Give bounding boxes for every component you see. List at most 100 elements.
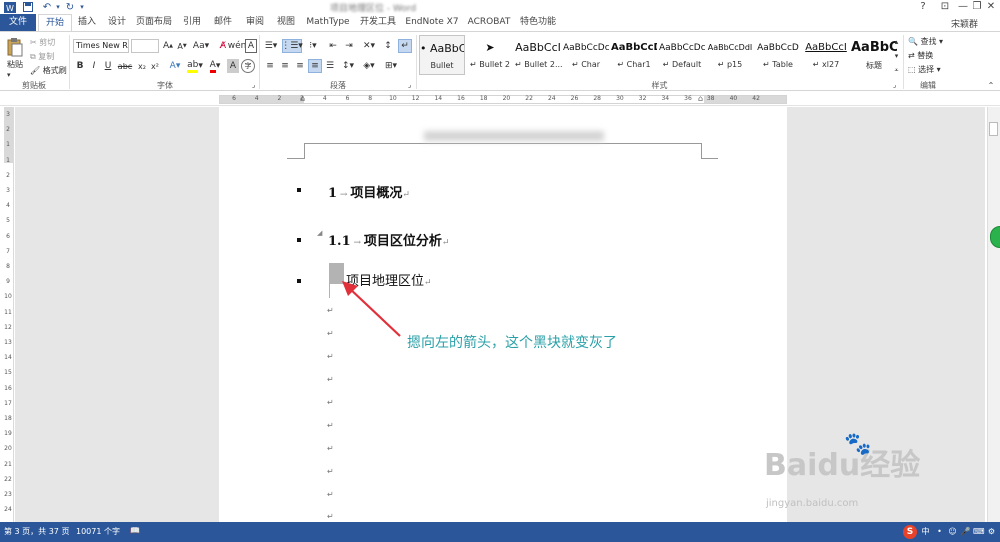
change-case-icon[interactable]: Aa▾ — [193, 39, 209, 53]
style-p15[interactable]: AaBbCcDdI ↵ p15 — [707, 35, 753, 75]
replace-button[interactable]: ⇄ 替换 — [908, 50, 933, 61]
style-heading[interactable]: AaBbC 标题 — [851, 35, 897, 75]
font-size-box[interactable] — [131, 39, 159, 53]
style-table[interactable]: AaBbCcD ↵ Table — [755, 35, 801, 75]
align-left-icon[interactable]: ≡ — [263, 59, 277, 73]
text-effects-icon[interactable]: A▾ — [166, 59, 184, 73]
tab-design[interactable]: 设计 — [104, 14, 130, 31]
ime-punct-icon[interactable]: • — [934, 526, 945, 537]
italic-button[interactable]: I — [88, 59, 100, 73]
highlight-color-icon[interactable]: ab ▾ — [186, 59, 204, 73]
collapse-ribbon-icon[interactable]: ⌃ — [985, 80, 997, 91]
tab-endnote[interactable]: EndNote X7 — [404, 14, 460, 31]
close-button[interactable]: ✕ — [980, 0, 1000, 14]
left-indent-marker[interactable]: ⌂ — [300, 94, 305, 103]
sort-icon[interactable]: ↕ — [381, 39, 395, 53]
tab-home[interactable]: 开始 — [38, 14, 72, 31]
sogou-ime-icon[interactable]: S — [903, 525, 917, 539]
page-count[interactable]: 第 3 页，共 37 页 — [4, 526, 69, 537]
save-icon[interactable] — [22, 1, 34, 13]
redo-icon[interactable]: ↻ — [64, 1, 76, 13]
line-spacing-icon[interactable]: ↕▾ — [339, 59, 357, 73]
customize-qa-icon[interactable]: ▾ — [78, 1, 86, 13]
tab-special[interactable]: 特色功能 — [518, 14, 558, 31]
styles-scroll-down-icon[interactable]: ▾ — [892, 49, 901, 63]
style-bullet-2b[interactable]: AaBbCcI ↵ Bullet 2... — [515, 35, 563, 75]
bold-button[interactable]: B — [74, 59, 86, 73]
collapse-marker-icon[interactable]: ◢ — [317, 229, 322, 237]
paste-button[interactable]: 粘贴 — [7, 59, 23, 70]
horizontal-ruler[interactable]: 6 4 2 2 4 6 8 10 12 14 16 18 20 22 24 26 28 30 32 34 36 38 40 4… — [0, 92, 1000, 106]
tab-acrobat[interactable]: ACROBAT — [464, 14, 514, 31]
tab-developer[interactable]: 开发工具 — [358, 14, 398, 31]
ime-settings-icon[interactable]: ⚙ — [986, 526, 997, 537]
styles-dialog-launcher-icon[interactable]: ⌟ — [893, 81, 896, 89]
styles-scroll-up-icon[interactable]: ▴ — [892, 35, 901, 49]
undo-dropdown-icon[interactable]: ▾ — [54, 1, 62, 13]
multilevel-list-icon[interactable]: ⁝▾ — [304, 39, 322, 53]
font-color-icon[interactable]: A ▾ — [206, 59, 224, 73]
vertical-scrollbar[interactable] — [987, 107, 1000, 522]
ime-chinese-icon[interactable]: 中 — [920, 526, 931, 537]
shrink-font-icon[interactable]: A ▼ — [176, 39, 188, 53]
numbering-icon[interactable]: ⋮☰▾ — [281, 39, 303, 53]
character-border-icon[interactable]: A — [245, 39, 257, 53]
copy-button[interactable]: ⧉ 复制 — [30, 51, 54, 62]
borders-icon[interactable]: ⊞▾ — [382, 59, 400, 73]
tab-file[interactable]: 文件 — [0, 14, 36, 31]
document-page[interactable] — [219, 107, 787, 522]
cut-button[interactable]: ✂ 剪切 — [30, 37, 55, 48]
scrollbar-thumb[interactable] — [989, 122, 998, 136]
tab-mathtype[interactable]: MathType — [304, 14, 352, 31]
decrease-indent-icon[interactable]: ⇤ — [326, 39, 340, 53]
format-painter-button[interactable]: 🖌 格式刷 — [30, 65, 67, 76]
justify-icon[interactable]: ≡ — [308, 59, 322, 73]
style-bullet[interactable]: • AaBbC Bullet — [419, 35, 465, 75]
character-shading-icon[interactable]: A — [227, 59, 239, 73]
vertical-ruler[interactable]: 3 2 1 1 2 3 4 5 6 7 8 9 10 11 12 13 14 15 16 17 18 19 20 21 22 23… — [3, 107, 14, 522]
tab-page-layout[interactable]: 页面布局 — [134, 14, 174, 31]
style-default[interactable]: AaBbCcDc ↵ Default — [659, 35, 705, 75]
distributed-icon[interactable]: ☰ — [323, 59, 337, 73]
underline-button[interactable]: U — [102, 59, 114, 73]
tab-references[interactable]: 引用 — [180, 14, 204, 31]
font-dialog-launcher-icon[interactable]: ⌟ — [252, 81, 255, 89]
enclose-characters-icon[interactable]: 字 — [241, 59, 255, 73]
shading-icon[interactable]: ◈▾ — [360, 59, 378, 73]
tab-mailings[interactable]: 邮件 — [210, 14, 236, 31]
align-right-icon[interactable]: ≡ — [293, 59, 307, 73]
align-center-icon[interactable]: ≡ — [278, 59, 292, 73]
phonetic-guide-icon[interactable]: wén — [228, 39, 247, 53]
user-name[interactable]: 宋颖群 — [951, 17, 978, 30]
bullets-icon[interactable]: ☰▾ — [262, 39, 280, 53]
word-count[interactable]: 10071 个字 — [76, 526, 120, 537]
paragraph-dialog-launcher-icon[interactable]: ⌟ — [408, 81, 411, 89]
superscript-button[interactable]: x² — [149, 59, 161, 73]
find-button[interactable]: 🔍 查找 ▾ — [908, 36, 943, 47]
tab-view[interactable]: 视图 — [274, 14, 298, 31]
subscript-button[interactable]: x₂ — [136, 59, 148, 73]
undo-icon[interactable]: ↶ — [40, 1, 54, 13]
styles-more-icon[interactable]: ⩡ — [892, 63, 901, 77]
style-char[interactable]: AaBbCcDc ↵ Char — [563, 35, 609, 75]
grow-font-icon[interactable]: A ▲ — [162, 39, 174, 53]
style-xl27[interactable]: AaBbCcI ↵ xl27 — [803, 35, 849, 75]
strikethrough-button[interactable]: abc — [116, 59, 134, 73]
tab-insert[interactable]: 插入 — [74, 14, 100, 31]
help-button[interactable]: ? — [912, 0, 934, 14]
tab-review[interactable]: 审阅 — [242, 14, 268, 31]
chinese-layout-icon[interactable]: ✕▾ — [360, 39, 378, 53]
right-indent-marker[interactable]: ⌂ — [698, 94, 703, 103]
increase-indent-icon[interactable]: ⇥ — [342, 39, 356, 53]
style-bullet-2[interactable]: ➤ ↵ Bullet 2 — [467, 35, 513, 75]
heading-1[interactable]: 1 → 项目概况↵ — [328, 182, 410, 201]
font-name-box[interactable]: Times New R — [73, 39, 129, 53]
ime-emoji-icon[interactable]: ☺ — [947, 526, 958, 537]
paste-icon[interactable] — [4, 36, 26, 58]
proofing-icon[interactable]: 📖 — [130, 526, 140, 535]
ime-voice-icon[interactable]: 🎤 — [960, 526, 971, 537]
select-button[interactable]: ⬚ 选择 ▾ — [908, 64, 941, 75]
paste-dropdown-icon[interactable]: ▾ — [7, 71, 11, 79]
style-char1[interactable]: AaBbCcD ↵ Char1 — [611, 35, 657, 75]
heading-2[interactable]: 1.1 → 项目区位分析↵ — [328, 230, 449, 249]
